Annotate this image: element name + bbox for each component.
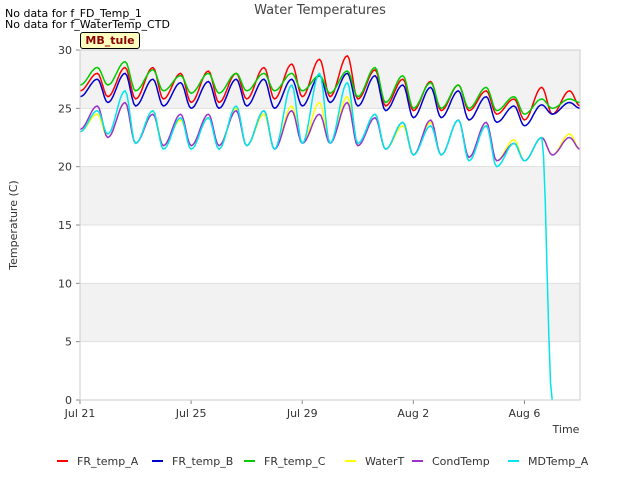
grid-band [80, 283, 580, 342]
legend-label-FR_temp_B: FR_temp_B [172, 455, 233, 468]
series-line-CondTemp [79, 101, 581, 162]
legend-label-CondTemp: CondTemp [432, 455, 490, 468]
y-tick-label: 25 [58, 102, 72, 115]
legend: FR_temp_A FR_temp_B FR_temp_C WaterT CondTem… [57, 455, 589, 468]
y-axis-label: Temperature (C) [7, 180, 20, 270]
y-tick-label: 30 [58, 44, 72, 57]
grid-band [80, 166, 580, 225]
site-tag: MB_tule [80, 32, 140, 49]
y-tick-label: 0 [65, 394, 72, 407]
x-axis: Jul 21 Jul 25 Jul 29 Aug 2 Aug 6 [64, 400, 540, 420]
x-tick-label: Aug 2 [397, 407, 429, 420]
y-tick-label: 15 [58, 219, 72, 232]
y-tick-label: 20 [58, 161, 72, 174]
chart-title: Water Temperatures [254, 3, 386, 18]
x-tick-label: Aug 6 [508, 407, 540, 420]
x-tick-label: Jul 25 [175, 407, 207, 420]
legend-label-MDTemp_A: MDTemp_A [528, 455, 589, 468]
legend-label-FR_temp_C: FR_temp_C [264, 455, 326, 468]
x-axis-label: Time [552, 423, 580, 436]
x-tick-label: Jul 29 [286, 407, 318, 420]
y-tick-label: 5 [65, 336, 72, 349]
y-tick-label: 10 [58, 277, 72, 290]
legend-label-FR_temp_A: FR_temp_A [77, 455, 139, 468]
grid-band [80, 50, 580, 109]
legend-label-WaterT: WaterT [365, 455, 405, 468]
series-line-MDTemp_A [79, 72, 553, 401]
x-tick-label: Jul 21 [64, 407, 96, 420]
water-temperature-chart: 0 5 10 15 20 25 30 Jul 21 Jul 25 Jul 29 Aug 2 Aug … [7, 3, 589, 468]
